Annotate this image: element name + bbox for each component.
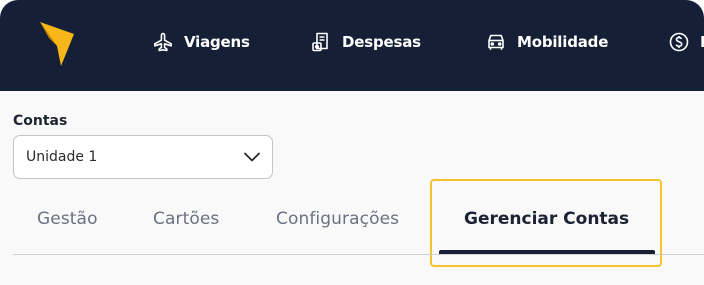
nav-item-mobilidade[interactable]: Mobilidade <box>485 29 608 55</box>
nav-item-financeiro[interactable]: F <box>668 29 704 55</box>
nav-item-despesas[interactable]: Despesas <box>310 29 421 55</box>
logo[interactable] <box>40 20 76 66</box>
accounts-label: Contas <box>13 113 68 129</box>
nav-label-mobilidade: Mobilidade <box>517 33 609 51</box>
accounts-select[interactable]: Unidade 1 <box>13 135 273 179</box>
receipt-icon <box>310 31 332 53</box>
tab-gestao[interactable]: Gestão <box>37 209 98 237</box>
dollar-icon <box>668 31 690 53</box>
nav-item-viagens[interactable]: Viagens <box>152 29 250 55</box>
account-tabs: Gestão Cartões Configurações Gerenciar C… <box>0 179 704 267</box>
tab-gerenciar-contas[interactable]: Gerenciar Contas <box>464 209 629 237</box>
nav-label-financeiro: F <box>700 33 704 51</box>
nav-label-despesas: Despesas <box>342 33 421 51</box>
tabs-divider <box>13 254 704 255</box>
car-icon <box>485 31 507 53</box>
chevron-down-icon <box>244 152 260 162</box>
accounts-select-value: Unidade 1 <box>26 149 98 165</box>
tab-cartoes[interactable]: Cartões <box>153 209 219 237</box>
nav-label-viagens: Viagens <box>184 33 250 51</box>
app-window: Viagens Despesas Mobilidade Contas Unida… <box>0 0 704 285</box>
tab-configuracoes[interactable]: Configurações <box>276 209 399 237</box>
top-navigation-bar: Viagens Despesas Mobilidade <box>0 0 704 91</box>
main-content: Contas Unidade 1 Gestão Cartões Configur… <box>0 91 704 285</box>
airplane-icon <box>152 31 174 53</box>
